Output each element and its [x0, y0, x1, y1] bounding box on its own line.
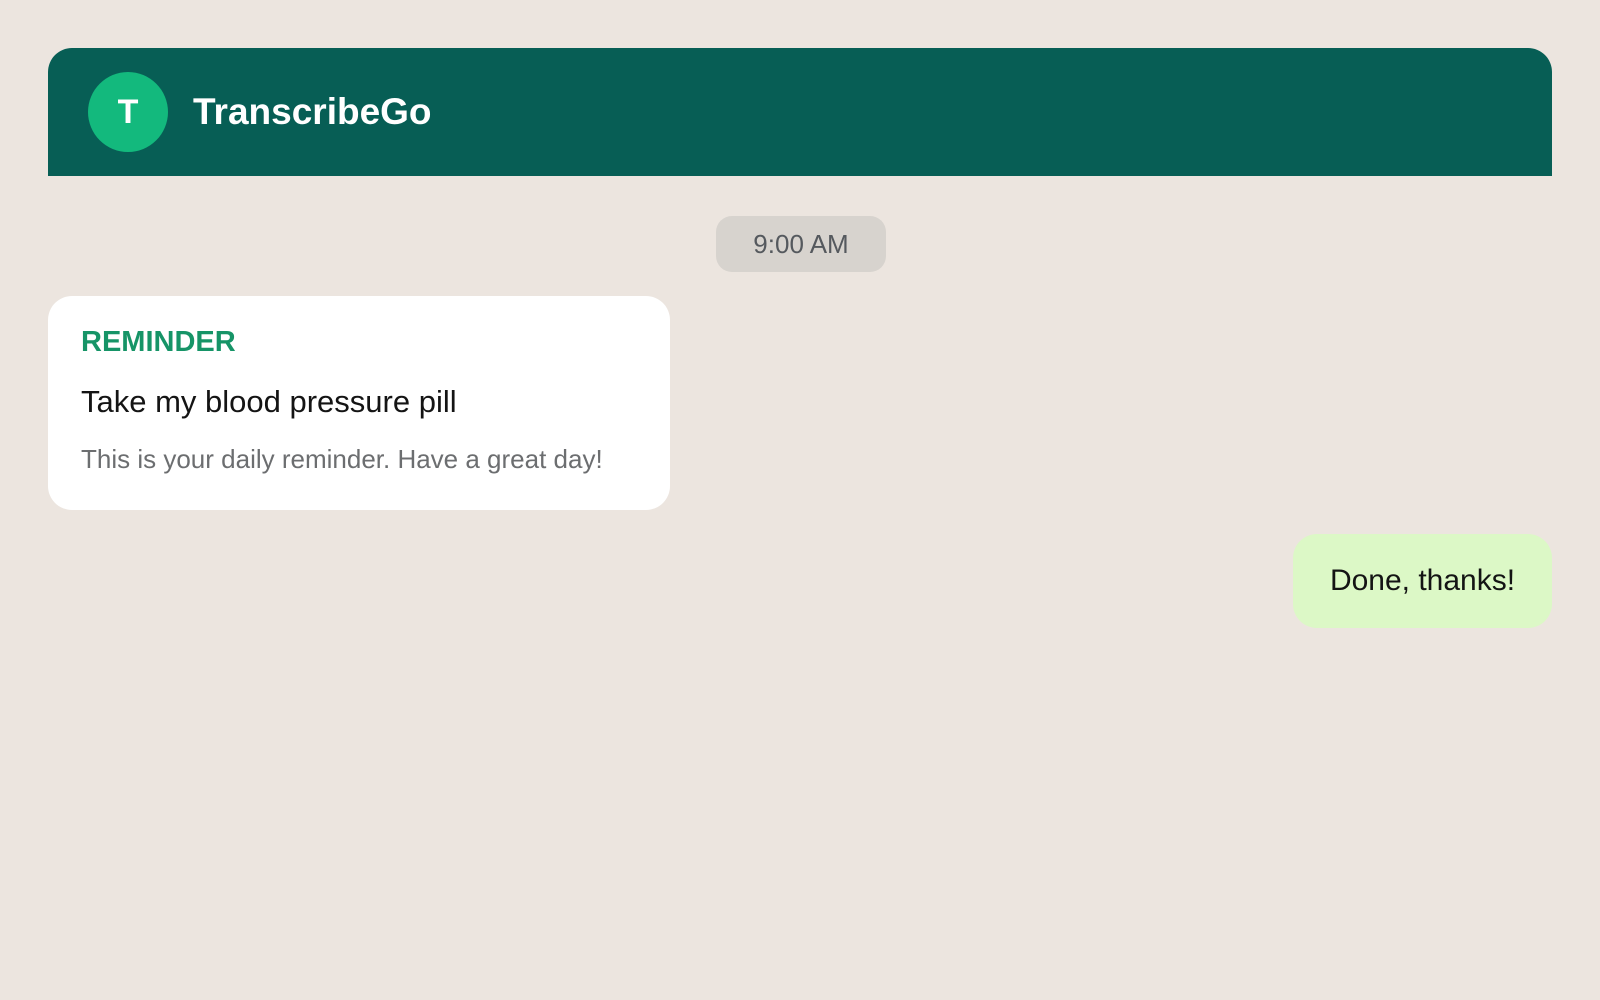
- outgoing-message-bubble[interactable]: Done, thanks!: [1293, 534, 1552, 628]
- reminder-tag: REMINDER: [81, 326, 236, 358]
- contact-name[interactable]: TranscribeGo: [193, 48, 432, 176]
- chat-header: T TranscribeGo: [48, 48, 1552, 176]
- reminder-title: Take my blood pressure pill: [81, 384, 457, 419]
- timestamp-divider: 9:00 AM: [716, 216, 886, 272]
- incoming-message-bubble[interactable]: REMINDER Take my blood pressure pill Thi…: [48, 296, 670, 510]
- reminder-body: This is your daily reminder. Have a grea…: [81, 444, 603, 474]
- avatar[interactable]: T: [88, 72, 168, 152]
